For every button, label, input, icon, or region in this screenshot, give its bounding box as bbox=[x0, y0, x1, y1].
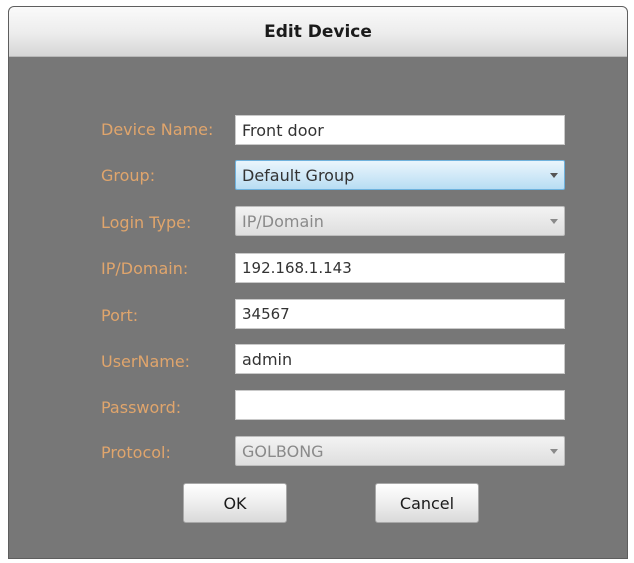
ok-button[interactable]: OK bbox=[183, 483, 287, 523]
password-field[interactable] bbox=[235, 390, 565, 420]
dialog-titlebar: Edit Device bbox=[9, 7, 627, 57]
login-type-select[interactable]: IP/Domain bbox=[235, 206, 565, 236]
username-label: UserName: bbox=[101, 352, 191, 371]
group-select-value: Default Group bbox=[242, 165, 355, 185]
login-type-label: Login Type: bbox=[101, 213, 192, 232]
protocol-select[interactable]: GOLBONG bbox=[235, 436, 565, 466]
username-field[interactable]: admin bbox=[235, 344, 565, 374]
protocol-select-value: GOLBONG bbox=[242, 441, 324, 461]
cancel-button[interactable]: Cancel bbox=[375, 483, 479, 523]
device-name-field[interactable]: Front door bbox=[235, 115, 565, 145]
port-label: Port: bbox=[101, 306, 139, 325]
group-select[interactable]: Default Group bbox=[235, 160, 565, 190]
edit-device-dialog: Edit Device Device Name: Front door Grou… bbox=[8, 6, 628, 559]
password-label: Password: bbox=[101, 398, 182, 417]
group-label: Group: bbox=[101, 166, 156, 185]
chevron-down-icon bbox=[550, 448, 558, 454]
ip-domain-field[interactable]: 192.168.1.143 bbox=[235, 253, 565, 283]
protocol-label: Protocol: bbox=[101, 443, 171, 462]
ip-domain-label: IP/Domain: bbox=[101, 259, 189, 278]
login-type-select-value: IP/Domain bbox=[242, 211, 324, 231]
chevron-down-icon bbox=[550, 172, 558, 178]
dialog-title: Edit Device bbox=[264, 21, 372, 42]
device-name-label: Device Name: bbox=[101, 120, 214, 139]
port-field[interactable]: 34567 bbox=[235, 299, 565, 329]
chevron-down-icon bbox=[550, 218, 558, 224]
